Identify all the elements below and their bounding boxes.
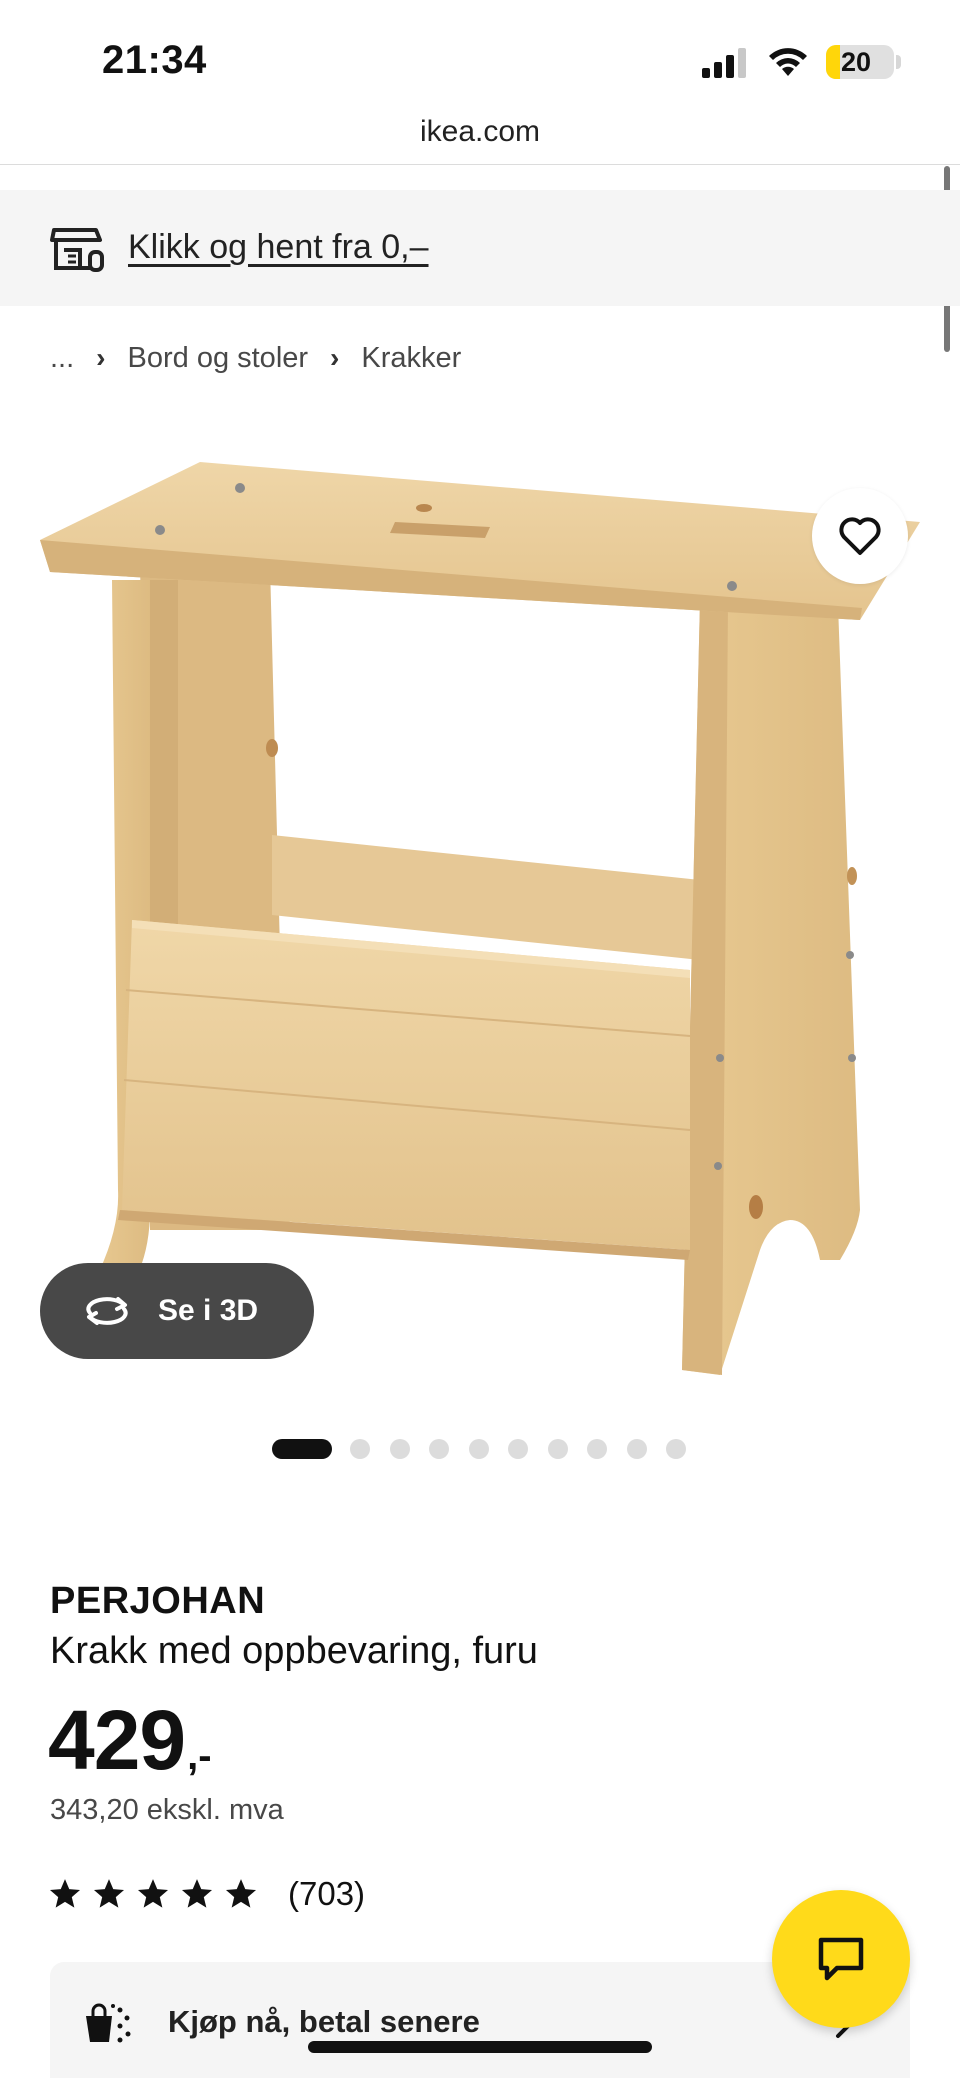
breadcrumb-item-krakker[interactable]: Krakker <box>361 342 461 375</box>
click-collect-banner[interactable]: Klikk og hent fra 0,– <box>0 190 960 306</box>
battery-cap <box>896 55 901 69</box>
star-icon <box>49 1879 81 1908</box>
price-value: 429 <box>48 1693 186 1787</box>
gallery-dot[interactable] <box>626 1439 647 1459</box>
see-in-3d-button[interactable]: Se i 3D <box>40 1263 314 1359</box>
gallery-dot[interactable] <box>468 1439 489 1459</box>
signal-icon <box>702 48 746 78</box>
gallery-dot[interactable] <box>350 1439 370 1459</box>
breadcrumb: ... › Bord og stoler › Krakker <box>50 338 461 378</box>
status-time: 21:34 <box>102 38 207 82</box>
heart-icon <box>839 517 881 555</box>
product-description: Krakk med oppbevaring, furu <box>50 1630 538 1672</box>
wifi-icon <box>769 48 807 76</box>
battery-level: 20 <box>840 47 872 77</box>
product-price: 429 ,- <box>48 1692 212 1789</box>
toolbar-divider <box>0 164 960 165</box>
wishlist-button[interactable] <box>812 488 908 584</box>
rating-count: (703) <box>288 1875 366 1912</box>
star-icon <box>137 1879 169 1908</box>
pay-later-label: Kjøp nå, betal senere <box>168 2004 480 2039</box>
home-indicator[interactable] <box>308 2041 652 2053</box>
chat-button[interactable] <box>772 1890 910 2028</box>
url-text: ikea.com <box>419 115 541 148</box>
price-suffix: ,- <box>187 1734 212 1778</box>
chevron-right-icon: › <box>330 342 340 373</box>
gallery-dot[interactable] <box>547 1439 568 1459</box>
star-icon <box>93 1879 125 1908</box>
gallery-dot[interactable] <box>508 1439 528 1459</box>
gallery-dot[interactable] <box>272 1439 332 1459</box>
product-rating[interactable]: (703) <box>48 1870 365 1918</box>
address-bar[interactable]: ikea.com <box>0 112 960 164</box>
click-collect-link[interactable]: Klikk og hent fra 0,– <box>128 222 429 272</box>
star-icon <box>225 1879 257 1908</box>
breadcrumb-item-bord-og-stoler[interactable]: Bord og stoler <box>128 342 309 375</box>
rotate-3d-icon <box>86 1297 128 1325</box>
gallery-dot[interactable] <box>389 1439 410 1459</box>
see-in-3d-label: Se i 3D <box>158 1294 259 1327</box>
price-excl-vat: 343,20 ekskl. mva <box>50 1794 284 1826</box>
product-name: PERJOHAN <box>50 1580 266 1622</box>
breadcrumb-ellipsis[interactable]: ... <box>50 342 74 375</box>
chat-bubble-icon <box>818 1937 864 1981</box>
bag-sparkle-icon <box>86 2003 131 2043</box>
battery-icon: 20 <box>826 45 894 79</box>
gallery-dot[interactable] <box>666 1439 686 1459</box>
store-pickup-icon <box>50 228 104 272</box>
gallery-dot[interactable] <box>587 1439 607 1459</box>
gallery-dot[interactable] <box>429 1439 449 1459</box>
star-icon <box>181 1879 213 1908</box>
status-bar: 21:34 20 <box>0 0 960 112</box>
gallery-pagination <box>272 1438 706 1460</box>
chevron-right-icon: › <box>96 342 106 373</box>
